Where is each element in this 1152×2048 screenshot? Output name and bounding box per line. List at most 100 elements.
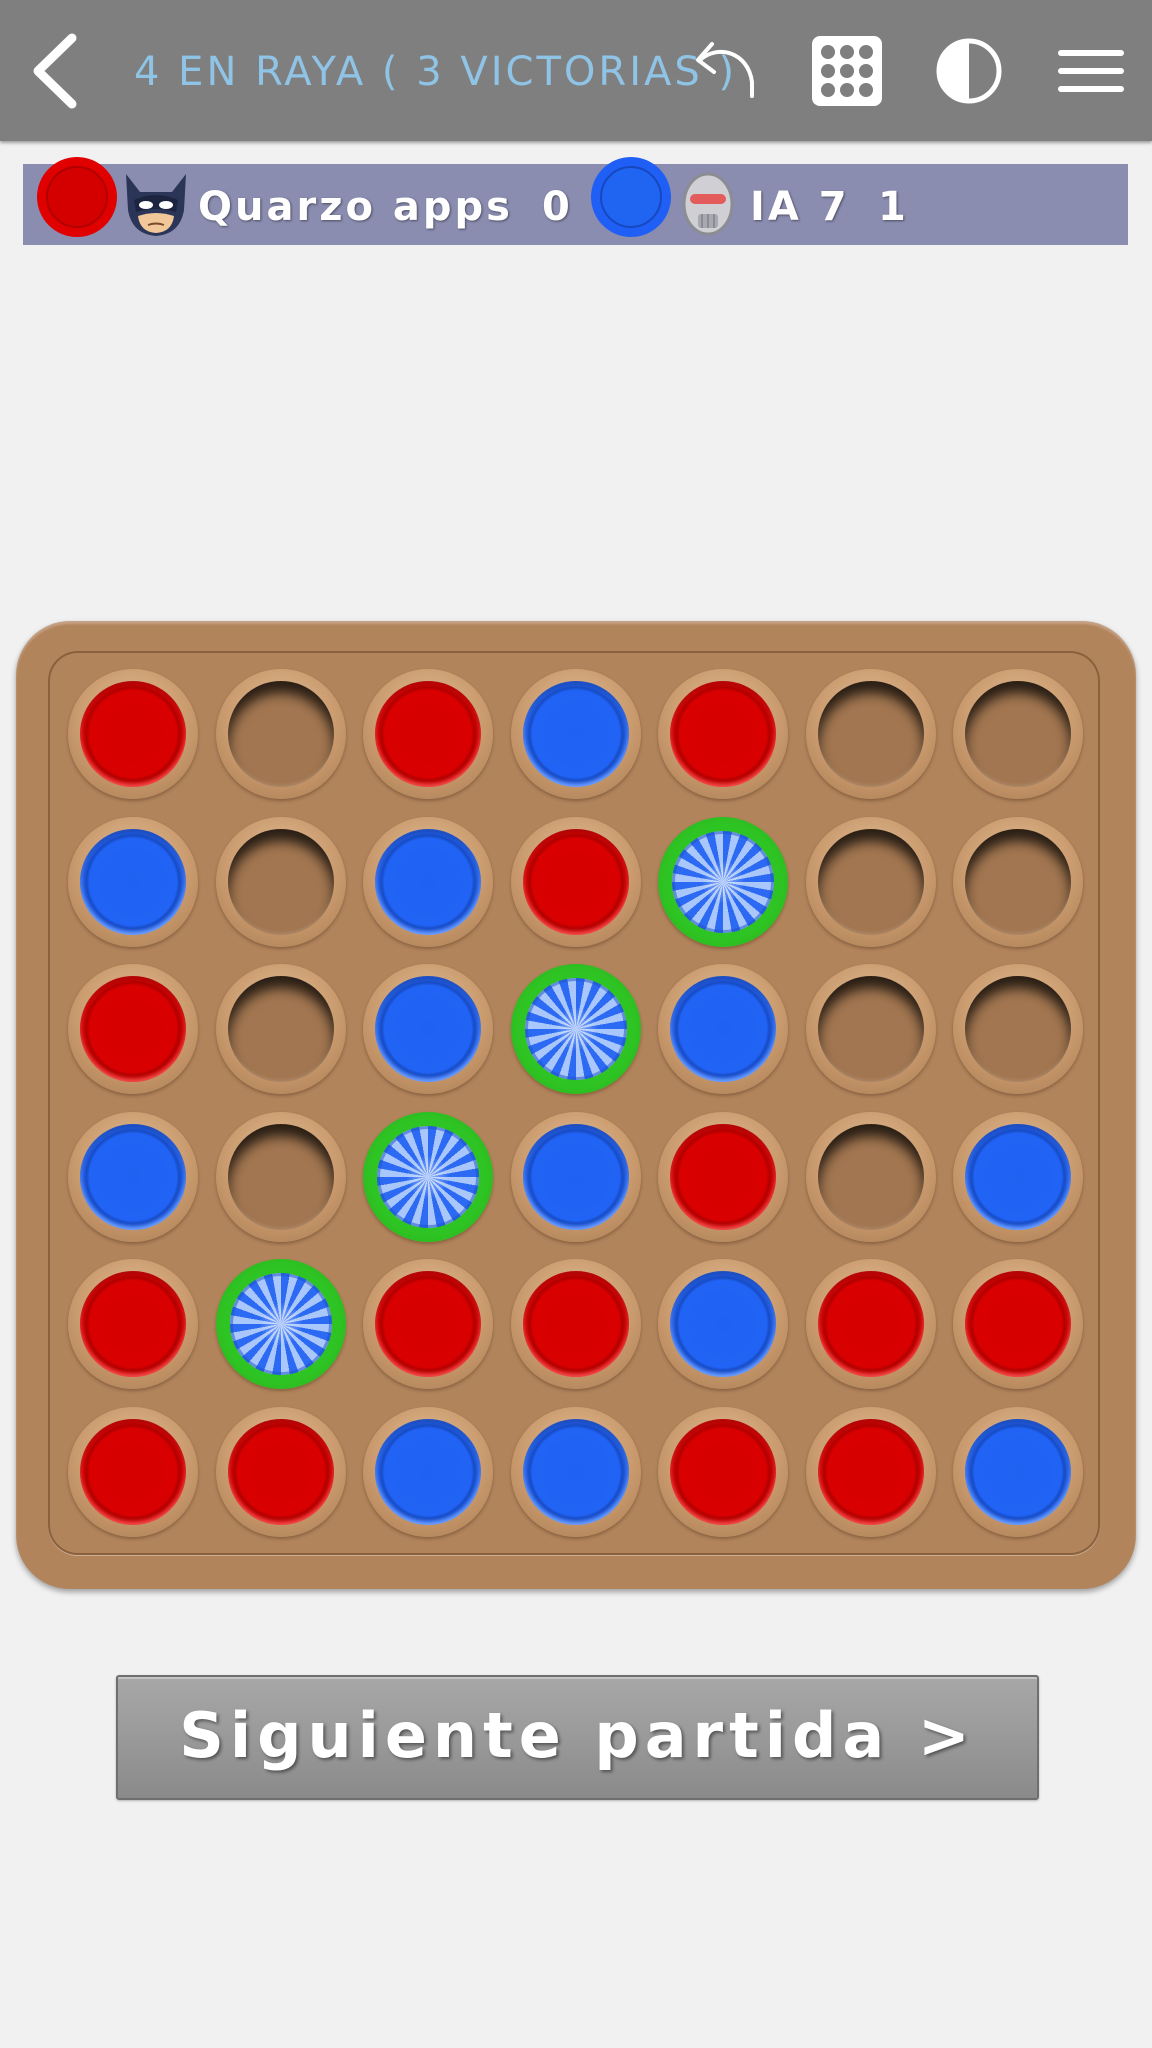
board-cell-r1-c6-empty[interactable] <box>806 669 936 799</box>
chevron-left-icon <box>33 33 77 109</box>
board-cell-r3-c2-empty[interactable] <box>216 964 346 1094</box>
contrast-button[interactable] <box>928 30 1010 112</box>
blue-disc <box>375 829 481 935</box>
next-game-label: Siguiente partida > <box>179 1699 976 1772</box>
blue-disc <box>523 1124 629 1230</box>
board-cell-r3-c6-empty[interactable] <box>806 964 936 1094</box>
player1-score: 0 <box>542 184 573 230</box>
winning-blue-disc <box>230 1273 332 1375</box>
hamburger-menu-icon <box>1058 50 1124 92</box>
undo-icon <box>696 42 754 98</box>
empty-slot <box>228 1124 334 1230</box>
back-button[interactable] <box>22 26 92 116</box>
board-cell-r6-c1-red[interactable] <box>68 1407 198 1537</box>
player1-name: Quarzo apps <box>198 184 513 230</box>
board-cell-r5-c1-red[interactable] <box>68 1259 198 1389</box>
blue-disc <box>80 1124 186 1230</box>
app-bar: 4 EN RAYA ( 3 VICTORIAS ) <box>0 0 1152 141</box>
red-disc <box>80 1419 186 1525</box>
contrast-icon <box>936 38 1002 104</box>
blue-disc <box>523 681 629 787</box>
empty-slot <box>818 681 924 787</box>
red-disc <box>375 681 481 787</box>
board-cell-r5-c6-red[interactable] <box>806 1259 936 1389</box>
grid-button[interactable] <box>806 30 888 112</box>
board-cell-r4-c1-blue[interactable] <box>68 1112 198 1242</box>
empty-slot <box>965 681 1071 787</box>
board-cell-r2-c6-empty[interactable] <box>806 817 936 947</box>
red-disc <box>670 1124 776 1230</box>
empty-slot <box>818 976 924 1082</box>
red-disc <box>523 1271 629 1377</box>
board-cell-r2-c1-blue[interactable] <box>68 817 198 947</box>
board-cell-r1-c3-red[interactable] <box>363 669 493 799</box>
board-cell-r4-c4-blue[interactable] <box>511 1112 641 1242</box>
blue-disc <box>523 1419 629 1525</box>
board-cell-r3-c1-red[interactable] <box>68 964 198 1094</box>
board-cell-r1-c5-red[interactable] <box>658 669 788 799</box>
undo-button[interactable] <box>680 30 762 112</box>
board-cell-r3-c3-blue[interactable] <box>363 964 493 1094</box>
player1-disc-icon <box>37 157 117 237</box>
board-cell-r4-c5-red[interactable] <box>658 1112 788 1242</box>
red-disc <box>80 1271 186 1377</box>
red-disc <box>818 1419 924 1525</box>
board-cell-r6-c4-blue[interactable] <box>511 1407 641 1537</box>
blue-disc <box>375 1419 481 1525</box>
board-cell-r4-c6-empty[interactable] <box>806 1112 936 1242</box>
empty-slot <box>965 829 1071 935</box>
board-cell-r6-c6-red[interactable] <box>806 1407 936 1537</box>
board-cell-r5-c5-blue[interactable] <box>658 1259 788 1389</box>
next-game-button[interactable]: Siguiente partida > <box>116 1675 1039 1800</box>
board-cell-r6-c7-blue[interactable] <box>953 1407 1083 1537</box>
empty-slot <box>228 681 334 787</box>
red-disc <box>80 681 186 787</box>
red-disc <box>670 681 776 787</box>
board-cell-r2-c2-empty[interactable] <box>216 817 346 947</box>
winning-blue-disc <box>377 1126 479 1228</box>
board-cell-r3-c7-empty[interactable] <box>953 964 1083 1094</box>
blue-disc <box>80 829 186 935</box>
player2-name: IA 7 <box>750 184 850 230</box>
board-cell-r3-c5-blue[interactable] <box>658 964 788 1094</box>
red-disc <box>965 1271 1071 1377</box>
blue-disc <box>965 1419 1071 1525</box>
board-cell-r6-c5-red[interactable] <box>658 1407 788 1537</box>
empty-slot <box>228 829 334 935</box>
board-cell-r1-c2-empty[interactable] <box>216 669 346 799</box>
blue-disc <box>965 1124 1071 1230</box>
board-cell-r2-c4-red[interactable] <box>511 817 641 947</box>
robot-avatar <box>682 172 734 236</box>
blue-disc <box>670 976 776 1082</box>
board-cell-r6-c3-blue[interactable] <box>363 1407 493 1537</box>
board-cell-r5-c3-red[interactable] <box>363 1259 493 1389</box>
red-disc <box>228 1419 334 1525</box>
board-cell-r4-c2-empty[interactable] <box>216 1112 346 1242</box>
board-cell-r5-c7-red[interactable] <box>953 1259 1083 1389</box>
board-cell-r6-c2-red[interactable] <box>216 1407 346 1537</box>
player2-disc-icon <box>591 157 671 237</box>
menu-button[interactable] <box>1050 30 1132 112</box>
board-cell-r2-c5-blue-win[interactable] <box>658 817 788 947</box>
red-disc <box>375 1271 481 1377</box>
empty-slot <box>965 976 1071 1082</box>
red-disc <box>670 1419 776 1525</box>
board-cell-r5-c2-blue-win[interactable] <box>216 1259 346 1389</box>
board-cell-r3-c4-blue-win[interactable] <box>511 964 641 1094</box>
empty-slot <box>818 829 924 935</box>
board-cell-r4-c7-blue[interactable] <box>953 1112 1083 1242</box>
grid-icon <box>812 36 882 106</box>
board-cell-r1-c7-empty[interactable] <box>953 669 1083 799</box>
board-cell-r4-c3-blue-win[interactable] <box>363 1112 493 1242</box>
blue-disc <box>670 1271 776 1377</box>
winning-blue-disc <box>672 831 774 933</box>
board-cell-r5-c4-red[interactable] <box>511 1259 641 1389</box>
red-disc <box>80 976 186 1082</box>
masked-hero-avatar <box>126 174 186 236</box>
board-cell-r1-c4-blue[interactable] <box>511 669 641 799</box>
player2-score: 1 <box>878 184 909 230</box>
board-cell-r2-c3-blue[interactable] <box>363 817 493 947</box>
board-cell-r2-c7-empty[interactable] <box>953 817 1083 947</box>
board-cell-r1-c1-red[interactable] <box>68 669 198 799</box>
red-disc <box>523 829 629 935</box>
